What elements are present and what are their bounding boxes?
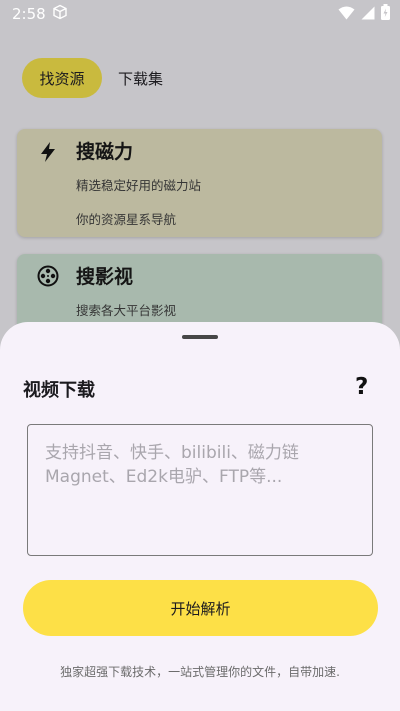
- film-reel-icon: [37, 265, 59, 287]
- link-input-placeholder: 支持抖音、快手、bilibili、磁力链Magnet、Ed2k电驴、FTP等..…: [45, 443, 299, 487]
- status-bar: 2:58: [0, 0, 400, 28]
- card-description: 搜索各大平台影视: [76, 303, 177, 318]
- magnet-search-card[interactable]: 搜磁力 精选稳定好用的磁力站 你的资源星系导航: [17, 129, 382, 237]
- box-icon: [52, 4, 68, 24]
- sheet-title: 视频下载: [23, 380, 95, 401]
- card-description: 精选稳定好用的磁力站: [76, 178, 202, 193]
- lightning-icon: [37, 141, 59, 163]
- link-input[interactable]: 支持抖音、快手、bilibili、磁力链Magnet、Ed2k电驴、FTP等..…: [27, 424, 373, 556]
- tab-downloads[interactable]: 下载集: [118, 68, 163, 89]
- start-parse-button[interactable]: 开始解析: [23, 580, 378, 636]
- drag-handle[interactable]: [182, 335, 218, 339]
- card-description: 你的资源星系导航: [76, 212, 177, 227]
- wifi-icon: [338, 5, 355, 24]
- tab-find-resources[interactable]: 找资源: [22, 58, 102, 98]
- help-icon[interactable]: ?: [355, 374, 368, 400]
- tab-bar: 找资源 下载集: [22, 58, 163, 98]
- card-title: 搜影视: [76, 266, 134, 288]
- footer-note: 独家超强下载技术，一站式管理你的文件，自带加速.: [60, 665, 340, 679]
- card-title: 搜磁力: [76, 141, 134, 163]
- signal-icon: [361, 5, 375, 24]
- status-time: 2:58: [12, 5, 46, 23]
- battery-icon: [381, 4, 390, 24]
- video-download-sheet: 视频下载 ? 支持抖音、快手、bilibili、磁力链Magnet、Ed2k电驴…: [0, 322, 400, 711]
